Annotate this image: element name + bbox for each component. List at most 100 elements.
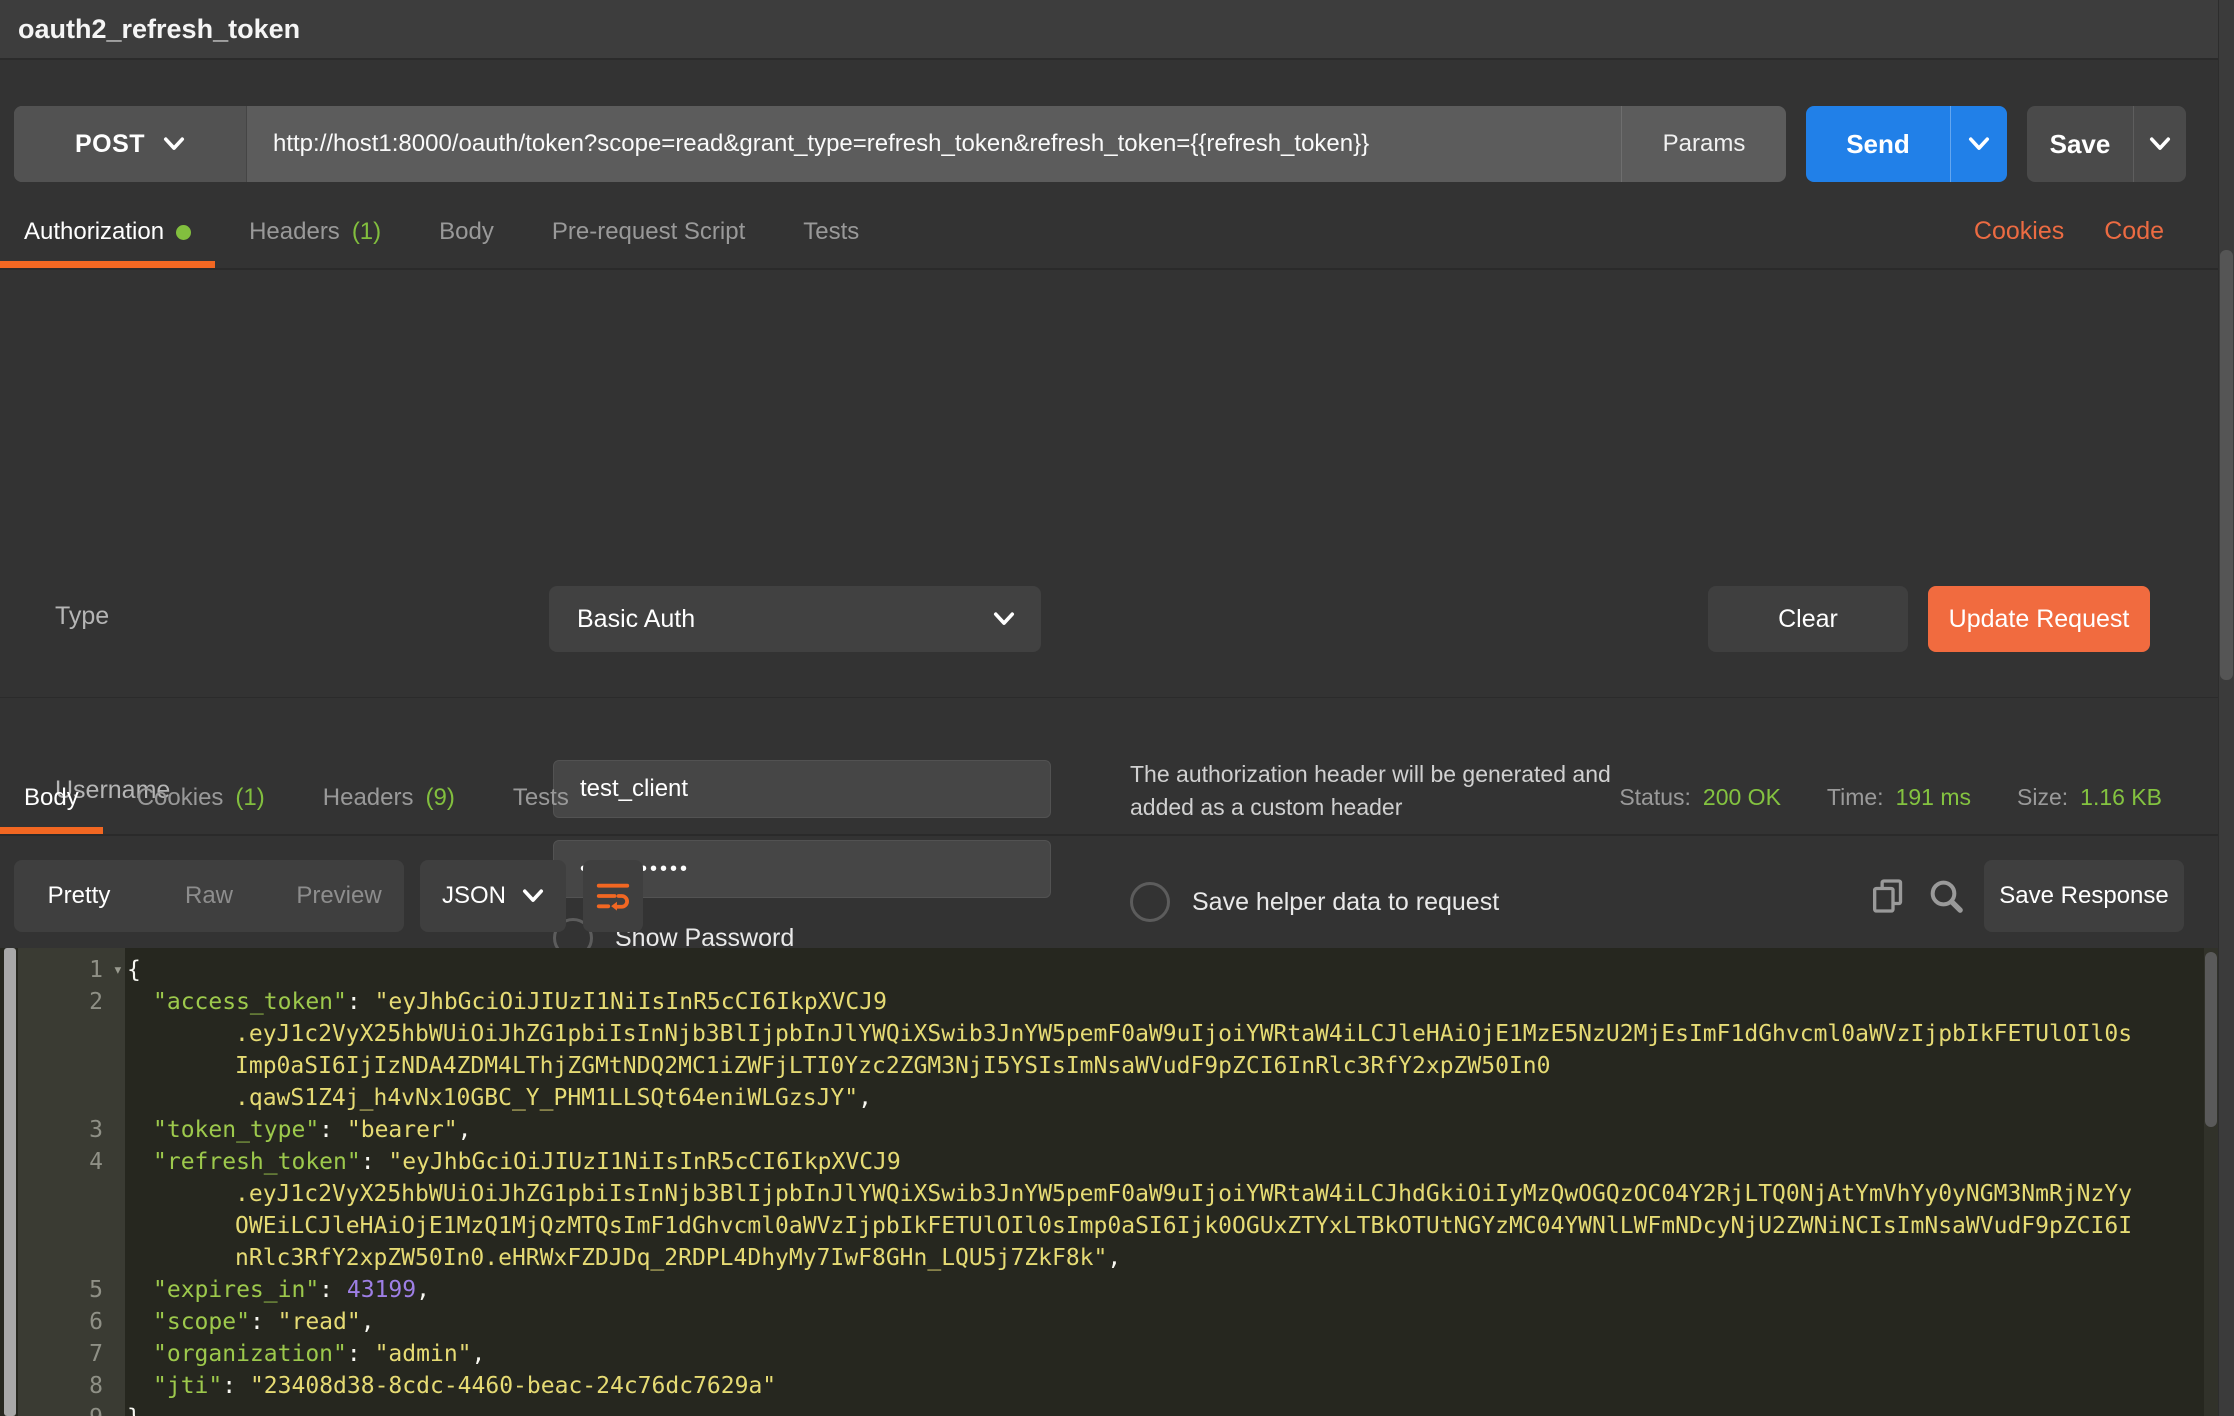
line-number <box>18 1082 125 1114</box>
save-button[interactable]: Save <box>2027 106 2133 182</box>
code-line: "organization": "admin", <box>125 1338 2200 1370</box>
line-number <box>18 1018 125 1050</box>
code-token: Imp0aSI6IjIzNDA4ZDM4LThjZGMtNDQ2MC1iZWFj… <box>235 1053 1550 1079</box>
code-token: "admin" <box>375 1341 472 1367</box>
code-token: "jti" <box>153 1373 222 1399</box>
code-line: "jti": "23408d38-8cdc-4460-beac-24c76dc7… <box>125 1370 2200 1402</box>
code-row: 3"token_type": "bearer", <box>18 1114 2200 1146</box>
tab-tests[interactable]: Tests <box>779 196 883 268</box>
status-pair: Status: 200 OK <box>1619 784 1781 811</box>
editor-scrollbar-thumb[interactable] <box>2205 952 2217 1127</box>
code-token: "expires_in" <box>153 1277 319 1303</box>
view-mode-raw[interactable]: Raw <box>144 860 274 932</box>
send-dropdown[interactable] <box>1950 106 2007 182</box>
code-token: "access_token" <box>153 989 347 1015</box>
code-row: 4"refresh_token": "eyJhbGciOiJIUzI1NiIsI… <box>18 1146 2200 1178</box>
code-row: nRlc3RfY2xpZW50In0.eHRWxFZDJDq_2RDPL4Dhy… <box>18 1242 2200 1274</box>
tab-label: Body <box>439 218 494 246</box>
response-tabs: BodyCookies(1)Headers(9) Tests <box>0 762 603 834</box>
time-value: 191 ms <box>1896 784 1971 811</box>
chevron-down-icon <box>993 612 1015 626</box>
url-input[interactable] <box>247 130 1621 158</box>
code-row: .eyJ1c2VyX25hbWUiOiJhZG1pbiIsInNjb3BlIjp… <box>18 1178 2200 1210</box>
page-scrollbar[interactable] <box>2218 0 2234 1416</box>
time-pair: Time: 191 ms <box>1827 784 1971 811</box>
code-token: : <box>347 989 375 1015</box>
tab-label: Authorization <box>24 218 164 246</box>
save-response-button[interactable]: Save Response <box>1984 860 2184 932</box>
request-tabs: Authorization Headers(1) Body Pre-request S… <box>0 196 893 268</box>
send-button[interactable]: Send <box>1806 106 1950 182</box>
line-number: 4 <box>18 1146 125 1178</box>
save-dropdown[interactable] <box>2133 106 2186 182</box>
cookies-link[interactable]: Cookies <box>1974 217 2064 246</box>
line-number <box>18 1050 125 1082</box>
tab-body[interactable]: Body <box>0 762 103 834</box>
send-button-group: Send <box>1806 106 2007 182</box>
code-line: nRlc3RfY2xpZW50In0.eHRWxFZDJDq_2RDPL4Dhy… <box>125 1242 2200 1274</box>
code-row: 5"expires_in": 43199, <box>18 1274 2200 1306</box>
size-label: Size: <box>2017 784 2068 811</box>
update-request-button[interactable]: Update Request <box>1928 586 2150 652</box>
copy-button[interactable] <box>1862 868 1914 924</box>
type-label: Type <box>55 602 109 631</box>
page-scrollbar-thumb[interactable] <box>2220 250 2233 680</box>
code-token: : <box>319 1117 347 1143</box>
line-number: 6 <box>18 1306 125 1338</box>
chevron-down-icon <box>2149 137 2171 151</box>
code-token: "eyJhbGciOiJIUzI1NiIsInR5cCI6IkpXVCJ9 <box>375 989 887 1015</box>
wrap-text-button[interactable] <box>583 860 643 932</box>
auth-type-select[interactable]: Basic Auth <box>549 586 1041 652</box>
code-token: } <box>127 1405 141 1416</box>
params-button[interactable]: Params <box>1621 106 1786 182</box>
code-token: { <box>127 957 141 983</box>
code-token: .eyJ1c2VyX25hbWUiOiJhZG1pbiIsInNjb3BlIjp… <box>235 1021 2132 1047</box>
code-line: .eyJ1c2VyX25hbWUiOiJhZG1pbiIsInNjb3BlIjp… <box>125 1018 2200 1050</box>
method-dropdown[interactable]: POST <box>14 106 247 182</box>
code-row: 1▾{ <box>18 954 2200 986</box>
code-line: "scope": "read", <box>125 1306 2200 1338</box>
code-link[interactable]: Code <box>2104 217 2164 246</box>
wrap-text-icon <box>594 877 632 915</box>
format-select[interactable]: JSON <box>420 860 566 932</box>
clear-button[interactable]: Clear <box>1708 586 1908 652</box>
tab-body[interactable]: Body <box>415 196 518 268</box>
editor-scrollbar[interactable] <box>2204 948 2218 1416</box>
tab-label: Tests <box>513 784 569 812</box>
response-tabs-row: BodyCookies(1)Headers(9) Tests Status: 20… <box>0 762 2234 836</box>
code-line: Imp0aSI6IjIzNDA4ZDM4LThjZGMtNDQ2MC1iZWFj… <box>125 1050 2200 1082</box>
code-token: "23408d38-8cdc-4460-beac-24c76dc7629a" <box>250 1373 776 1399</box>
method-label: POST <box>75 130 145 159</box>
code-token: .eyJ1c2VyX25hbWUiOiJhZG1pbiIsInNjb3BlIjp… <box>235 1181 2132 1207</box>
code-token: "read" <box>278 1309 361 1335</box>
response-body-editor: 1▾{2"access_token": "eyJhbGciOiJIUzI1NiI… <box>0 948 2234 1416</box>
code-token: , <box>458 1117 472 1143</box>
tab-cookies[interactable]: Cookies(1) <box>113 762 289 834</box>
view-mode-pretty[interactable]: Pretty <box>14 860 144 932</box>
search-icon <box>1926 876 1966 916</box>
code-token: , <box>1107 1245 1121 1271</box>
code-line: "token_type": "bearer", <box>125 1114 2200 1146</box>
editor-left-scrollbar[interactable] <box>4 948 16 1416</box>
search-button[interactable] <box>1920 868 1972 924</box>
code-token: "token_type" <box>153 1117 319 1143</box>
code-line: OWEiLCJleHAiOjE1MzQ1MjQzMTQsImF1dGhvcml0… <box>125 1210 2200 1242</box>
fold-toggle-icon[interactable]: ▾ <box>113 954 123 986</box>
response-meta: Status: 200 OK Time: 191 ms Size: 1.16 K… <box>1619 762 2162 832</box>
tab-headers[interactable]: Headers(9) <box>299 762 479 834</box>
tab-pre-request-script[interactable]: Pre-request Script <box>528 196 769 268</box>
save-button-group: Save <box>2027 106 2186 182</box>
tab-authorization[interactable]: Authorization <box>0 196 215 268</box>
code-line: } <box>125 1402 2200 1416</box>
line-number <box>18 1242 125 1274</box>
code-token: : <box>347 1341 375 1367</box>
view-mode-preview[interactable]: Preview <box>274 860 404 932</box>
tab-tests[interactable]: Tests <box>489 762 593 834</box>
tab-headers[interactable]: Headers(1) <box>225 196 405 268</box>
code-row: 6"scope": "read", <box>18 1306 2200 1338</box>
copy-icon <box>1868 876 1908 916</box>
code-token: , <box>858 1085 872 1111</box>
save-response-label: Save Response <box>1999 882 2168 910</box>
line-number <box>18 1210 125 1242</box>
line-number: 8 <box>18 1370 125 1402</box>
